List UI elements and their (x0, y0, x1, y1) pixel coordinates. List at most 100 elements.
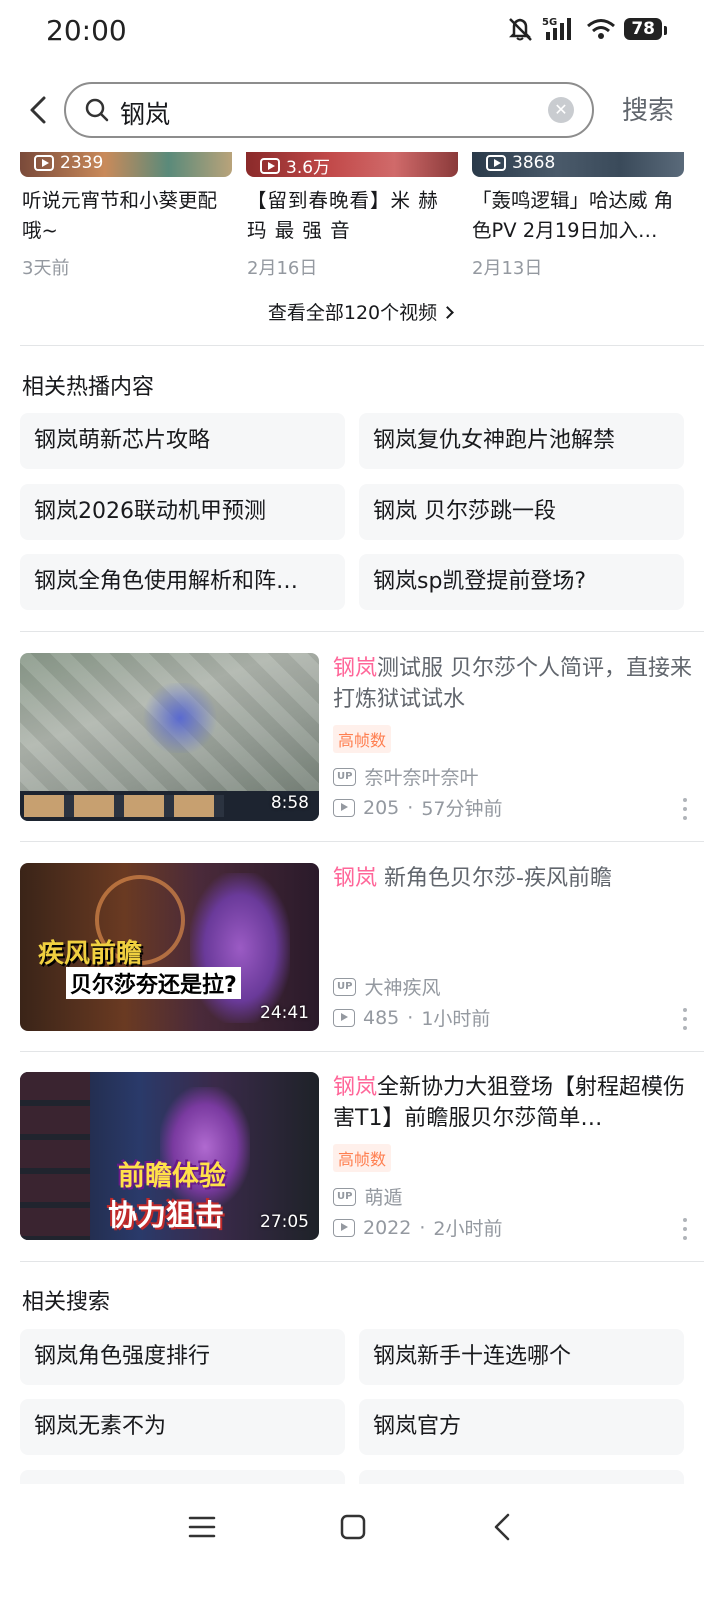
video-date: 2月16日 (247, 258, 318, 279)
view-count: 205 (363, 796, 400, 819)
uploader-name: 萌遁 (364, 1187, 403, 1209)
more-icon[interactable] (683, 1008, 689, 1030)
system-nav-bar (0, 1484, 720, 1601)
wifi-icon (587, 19, 616, 39)
thumb-caption-2: 协力狙击 (108, 1198, 225, 1232)
play-count-icon (486, 155, 506, 171)
hfr-tag: 高帧数 (333, 1144, 392, 1172)
status-time: 20:00 (46, 14, 127, 47)
video-info: 钢岚 新角色贝尔莎-疾风前瞻 UP 大神疾风 485 · 1小时前 (333, 863, 693, 1031)
view-count: 3868 (486, 153, 555, 173)
view-count-value: 2339 (60, 153, 104, 173)
hot-item[interactable]: 钢岚sp凯登提前登场? (359, 554, 684, 610)
home-icon[interactable] (339, 1513, 367, 1541)
hot-item[interactable]: 钢岚萌新芯片攻略 (20, 413, 345, 469)
video-thumbnail[interactable]: 3.6万 (246, 152, 458, 177)
video-thumbnail[interactable]: 8:58 (20, 653, 319, 821)
video-duration: 24:41 (260, 1003, 309, 1023)
video-duration: 27:05 (260, 1212, 309, 1232)
video-title: 听说元宵节和小葵更配哦~ (22, 189, 218, 242)
search-input[interactable]: 钢岚 ✕ (64, 82, 594, 138)
title-text: 测试服 贝尔莎个人简评，直接来打炼狱试试水 (333, 656, 693, 712)
view-count: 485 (363, 1006, 400, 1029)
video-thumbnail[interactable]: 疾风前瞻 贝尔莎夯还是拉? 24:41 (20, 863, 319, 1031)
publish-time: 57分钟前 (421, 798, 503, 820)
status-icons: 5G 78 (506, 16, 667, 42)
title-text: 全新协力大狙登场【射程超模伤害T1】前瞻服贝尔莎简单… (333, 1075, 686, 1131)
divider (20, 631, 704, 632)
search-button[interactable]: 搜索 (622, 90, 674, 127)
hot-item[interactable]: 钢岚复仇女神跑片池解禁 (359, 413, 684, 469)
related-search-item[interactable]: 钢岚无素不为 (20, 1399, 345, 1455)
divider (20, 841, 704, 842)
related-search-item[interactable]: 钢岚新手十连选哪个 (359, 1329, 684, 1385)
video-title: 钢岚 新角色贝尔莎-疾风前瞻 (333, 863, 693, 894)
video-info: 钢岚全新协力大狙登场【射程超模伤害T1】前瞻服贝尔莎简单… 高帧数 UP 萌遁 2… (333, 1072, 693, 1240)
play-count-icon (260, 157, 280, 174)
battery-indicator: 78 (624, 18, 667, 40)
uploader[interactable]: UP 大神疾风 (333, 973, 440, 1000)
video-title: 钢岚全新协力大狙登场【射程超模伤害T1】前瞻服贝尔莎简单… (333, 1072, 693, 1134)
divider (20, 345, 704, 346)
see-all-videos-link[interactable]: 查看全部120个视频 (0, 298, 720, 325)
hfr-tag: 高帧数 (333, 725, 392, 753)
thumb-caption-2: 贝尔莎夯还是拉? (66, 967, 241, 999)
video-result[interactable]: 8:58 钢岚测试服 贝尔莎个人简评，直接来打炼狱试试水 高帧数 UP 奈叶奈叶奈… (20, 653, 700, 823)
more-icon[interactable] (683, 798, 689, 820)
play-count-icon (34, 155, 54, 171)
publish-time: 1小时前 (421, 1008, 491, 1030)
back-nav-icon[interactable] (490, 1512, 516, 1542)
view-count: 2022 (363, 1216, 412, 1239)
up-icon: UP (333, 1187, 357, 1206)
video-card[interactable]: 「轰鸣逻辑」哈达威 角色PV 2月19日加入… 2月13日 (472, 186, 684, 280)
title-text: 新角色贝尔莎-疾风前瞻 (377, 866, 612, 891)
video-stats: 485 · 1小时前 (333, 1004, 490, 1031)
uploader-name: 大神疾风 (364, 977, 441, 999)
video-stats: 2022 · 2小时前 (333, 1214, 503, 1241)
video-result[interactable]: 前瞻体验 协力狙击 27:05 钢岚全新协力大狙登场【射程超模伤害T1】前瞻服贝… (20, 1072, 700, 1242)
uploader[interactable]: UP 奈叶奈叶奈叶 (333, 763, 478, 790)
video-card[interactable]: 【留到春晚看】米 赫 玛 最 强 音 2月16日 (247, 186, 459, 280)
back-icon[interactable] (22, 90, 58, 130)
video-title: 【留到春晚看】米 赫 玛 最 强 音 (247, 189, 439, 242)
video-duration: 8:58 (270, 793, 309, 813)
up-icon: UP (333, 767, 357, 786)
up-icon: UP (333, 977, 357, 996)
play-count-icon (333, 798, 355, 817)
divider (20, 1261, 704, 1262)
top-video-thumbnails: 2339 3.6万 3868 (0, 152, 720, 177)
divider (20, 1051, 704, 1052)
publish-time: 2小时前 (433, 1218, 503, 1240)
play-count-icon (333, 1218, 355, 1237)
video-thumbnail[interactable]: 3868 (472, 152, 684, 177)
hot-item[interactable]: 钢岚全角色使用解析和阵… (20, 554, 345, 610)
video-title: 钢岚测试服 贝尔莎个人简评，直接来打炼狱试试水 (333, 653, 693, 715)
video-thumbnail[interactable]: 前瞻体验 协力狙击 27:05 (20, 1072, 319, 1240)
video-info: 钢岚测试服 贝尔莎个人简评，直接来打炼狱试试水 高帧数 UP 奈叶奈叶奈叶 205… (333, 653, 693, 821)
signal-icon: 5G (542, 17, 572, 40)
related-search-item[interactable]: 钢岚官方 (359, 1399, 684, 1455)
video-stats: 205 · 57分钟前 (333, 794, 503, 821)
uploader[interactable]: UP 萌遁 (333, 1183, 402, 1210)
hot-item[interactable]: 钢岚2026联动机甲预测 (20, 484, 345, 540)
video-thumbnail[interactable]: 2339 (20, 152, 232, 177)
status-bar: 20:00 5G 78 (0, 0, 720, 62)
related-section-title: 相关搜索 (22, 1290, 111, 1315)
chevron-right-icon (441, 306, 454, 319)
title-highlight: 钢岚 (333, 656, 378, 681)
video-date: 3天前 (22, 258, 70, 279)
view-count-value: 3.6万 (286, 158, 331, 177)
title-highlight: 钢岚 (333, 866, 378, 891)
more-icon[interactable] (683, 1218, 689, 1240)
menu-icon[interactable] (188, 1514, 216, 1540)
title-highlight: 钢岚 (333, 1075, 378, 1100)
hot-item[interactable]: 钢岚 贝尔莎跳一段 (359, 484, 684, 540)
view-count: 2339 (34, 153, 103, 173)
uploader-name: 奈叶奈叶奈叶 (364, 767, 479, 789)
hot-section-title: 相关热播内容 (22, 375, 155, 400)
clear-icon[interactable]: ✕ (548, 97, 574, 123)
video-card[interactable]: 听说元宵节和小葵更配哦~ 3天前 (22, 186, 234, 280)
view-count: 3.6万 (260, 153, 330, 177)
related-search-item[interactable]: 钢岚角色强度排行 (20, 1329, 345, 1385)
video-result[interactable]: 疾风前瞻 贝尔莎夯还是拉? 24:41 钢岚 新角色贝尔莎-疾风前瞻 UP 大神疾… (20, 863, 700, 1033)
